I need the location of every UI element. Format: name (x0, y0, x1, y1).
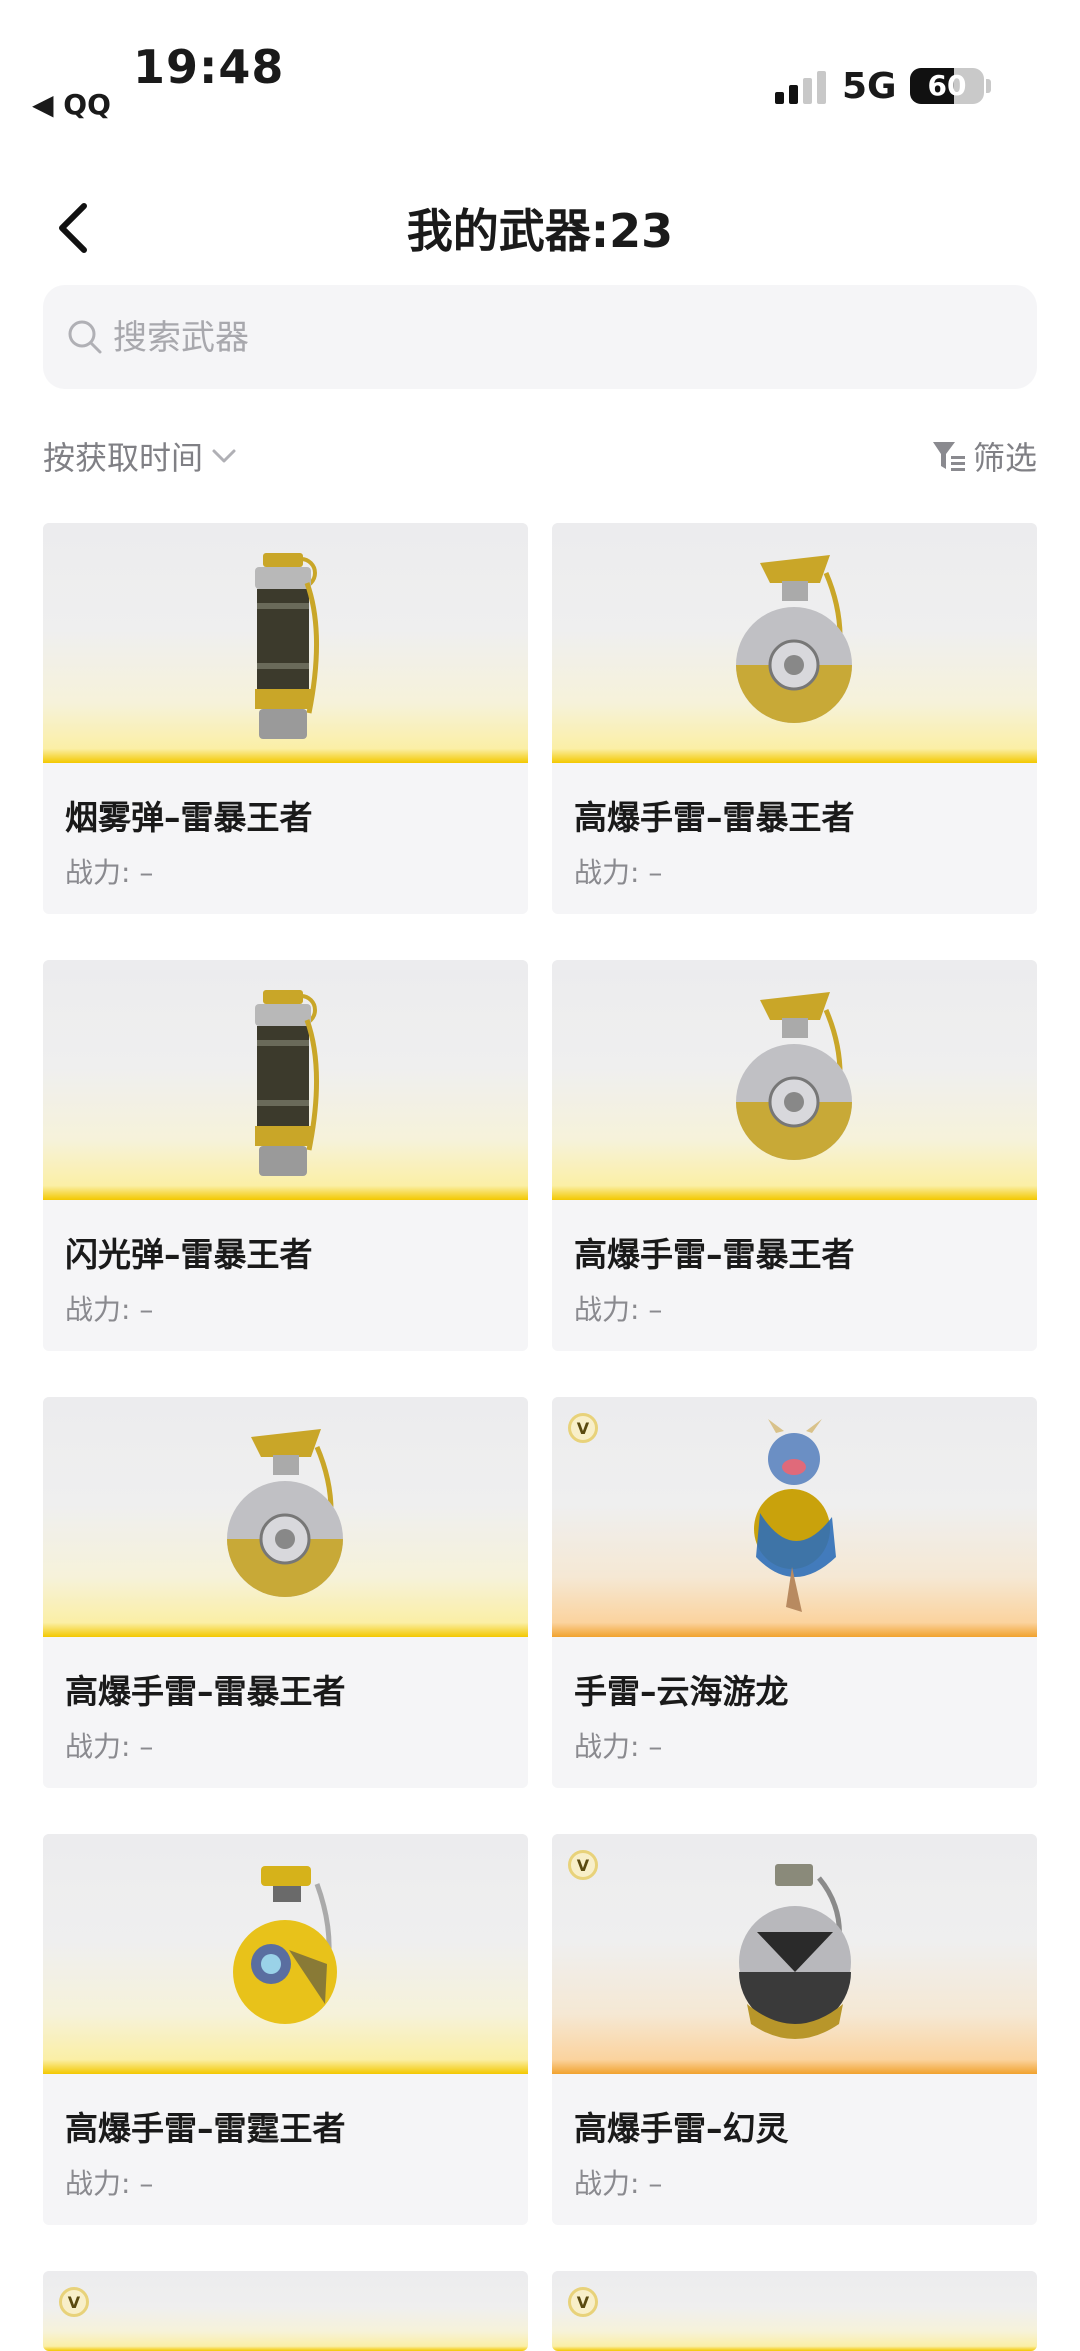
network-type: 5G (842, 66, 897, 107)
sort-label: 按获取时间 (43, 439, 204, 477)
weapon-image (232, 1866, 337, 2024)
weapon-image-area: V (552, 2271, 1037, 2351)
weapon-image (735, 555, 852, 723)
weapon-image (254, 990, 319, 1176)
weapon-name: 烟雾弹–雷暴王者 (65, 798, 313, 837)
power-label: 战力: (574, 2167, 640, 2200)
weapon-image-area: V (43, 2271, 528, 2351)
weapon-image (753, 1419, 836, 1612)
v-badge-icon: V (568, 1413, 598, 1443)
weapon-card[interactable]: 烟雾弹–雷暴王者 战力: – (43, 523, 528, 914)
weapon-name: 高爆手雷–雷暴王者 (574, 1235, 855, 1274)
power-label: 战力: (65, 1293, 131, 1326)
battery-percent: 60 (927, 69, 967, 102)
power-label: 战力: (65, 856, 131, 889)
weapon-card[interactable]: 高爆手雷–雷霆王者 战力: – (43, 1834, 528, 2225)
chevron-down-icon (212, 449, 236, 463)
weapon-image (735, 992, 852, 1160)
status-bar: 19:48 ◀ QQ 5G 60 (0, 0, 1080, 130)
v-badge-icon: V (568, 1850, 598, 1880)
power-value: – (648, 1730, 663, 1763)
signal-icon (775, 70, 826, 104)
weapon-power: 战力: – (65, 1288, 153, 1328)
weapon-image-area (552, 960, 1037, 1200)
weapon-power: 战力: – (574, 851, 662, 891)
weapon-name: 高爆手雷–雷暴王者 (65, 1672, 346, 1711)
weapon-image (254, 553, 319, 739)
page-title: 我的武器:23 (406, 204, 674, 258)
weapon-image (226, 1429, 343, 1597)
weapon-card[interactable]: 高爆手雷–雷暴王者 战力: – (552, 960, 1037, 1351)
power-label: 战力: (574, 1293, 640, 1326)
power-value: – (139, 1293, 154, 1326)
weapon-name: 手雷–云海游龙 (574, 1672, 789, 1711)
weapon-power: 战力: – (574, 1288, 662, 1328)
v-badge-icon: V (568, 2287, 598, 2317)
weapon-image-area (43, 960, 528, 1200)
filter-label: 筛选 (972, 439, 1037, 477)
search-bar[interactable] (43, 285, 1037, 391)
power-value: – (139, 1730, 154, 1763)
weapon-grid: 烟雾弹–雷暴王者 战力: – 高爆手雷–雷暴王者 战力: – 闪光弹–雷暴王者 … (43, 523, 1037, 2351)
weapon-image-area (552, 523, 1037, 763)
sort-dropdown[interactable]: 按获取时间 (43, 433, 239, 479)
search-input[interactable] (111, 285, 995, 391)
power-value: – (648, 1293, 663, 1326)
power-label: 战力: (574, 1730, 640, 1763)
power-value: – (139, 2167, 154, 2200)
weapon-card[interactable]: V 高爆手雷–幻灵 战力: – (552, 1834, 1037, 2225)
power-label: 战力: (574, 856, 640, 889)
v-badge-icon: V (59, 2287, 89, 2317)
power-value: – (648, 856, 663, 889)
power-label: 战力: (65, 1730, 131, 1763)
weapon-name: 高爆手雷–幻灵 (574, 2109, 789, 2148)
weapon-card[interactable]: 闪光弹–雷暴王者 战力: – (43, 960, 528, 1351)
power-value: – (648, 2167, 663, 2200)
weapon-card[interactable]: V (552, 2271, 1037, 2351)
battery-icon: 60 (910, 68, 984, 104)
weapon-image (738, 1864, 851, 2039)
weapon-name: 高爆手雷–雷霆王者 (65, 2109, 346, 2148)
weapon-image-area (43, 523, 528, 763)
weapon-name: 高爆手雷–雷暴王者 (574, 798, 855, 837)
weapon-card[interactable]: 高爆手雷–雷暴王者 战力: – (43, 1397, 528, 1788)
filter-button[interactable]: 筛选 (931, 433, 1037, 479)
back-to-app-link[interactable]: ◀ QQ (32, 88, 111, 121)
weapon-image-area (43, 1834, 528, 2074)
weapon-card[interactable]: V 手雷–云海游龙 战力: – (552, 1397, 1037, 1788)
power-value: – (139, 856, 154, 889)
weapon-power: 战力: – (65, 2162, 153, 2202)
weapon-power: 战力: – (65, 851, 153, 891)
weapon-card[interactable]: 高爆手雷–雷暴王者 战力: – (552, 523, 1037, 914)
weapon-card[interactable]: V (43, 2271, 528, 2351)
filter-icon (932, 442, 965, 471)
weapon-image-area: V (552, 1397, 1037, 1637)
weapon-name: 闪光弹–雷暴王者 (65, 1235, 313, 1274)
weapon-image-area: V (552, 1834, 1037, 2074)
power-label: 战力: (65, 2167, 131, 2200)
weapon-image-area (43, 1397, 528, 1637)
battery-tip (986, 79, 991, 93)
weapon-power: 战力: – (65, 1725, 153, 1765)
weapon-power: 战力: – (574, 2162, 662, 2202)
clock: 19:48 (133, 40, 285, 94)
weapon-power: 战力: – (574, 1725, 662, 1765)
search-icon (68, 320, 102, 354)
